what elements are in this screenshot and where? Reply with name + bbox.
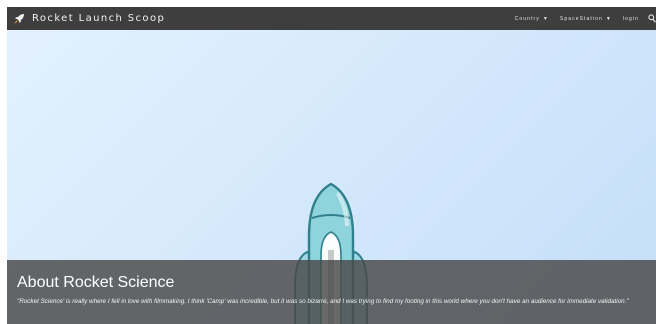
nav-item-spacestation-label: SpaceStation [559, 15, 603, 22]
caret-down-icon: ▼ [605, 15, 612, 22]
top-navbar: Rocket Launch Scoop Country ▼ SpaceStati… [7, 7, 656, 30]
hero-banner: About Rocket Science "Rocket Science' is… [7, 30, 656, 324]
about-quote: "Rocket Science' is really where I fell … [17, 298, 629, 305]
nav-item-login[interactable]: login [623, 16, 639, 22]
nav-item-spacestation[interactable]: SpaceStation ▼ [560, 16, 612, 22]
brand-title: Rocket Launch Scoop [32, 13, 166, 24]
nav-item-login-label: login [622, 15, 639, 22]
nav-item-country[interactable]: Country ▼ [515, 16, 549, 22]
about-overlay: About Rocket Science "Rocket Science' is… [7, 260, 656, 324]
caret-down-icon: ▼ [542, 15, 549, 22]
nav-item-country-label: Country [514, 15, 540, 22]
rocket-icon [14, 13, 24, 24]
brand-link[interactable]: Rocket Launch Scoop [13, 7, 165, 30]
about-title: About Rocket Science [17, 274, 175, 291]
search-icon[interactable] [648, 14, 656, 23]
nav-menu: Country ▼ SpaceStation ▼ login [504, 7, 656, 30]
page-frame: Rocket Launch Scoop Country ▼ SpaceStati… [7, 7, 656, 324]
